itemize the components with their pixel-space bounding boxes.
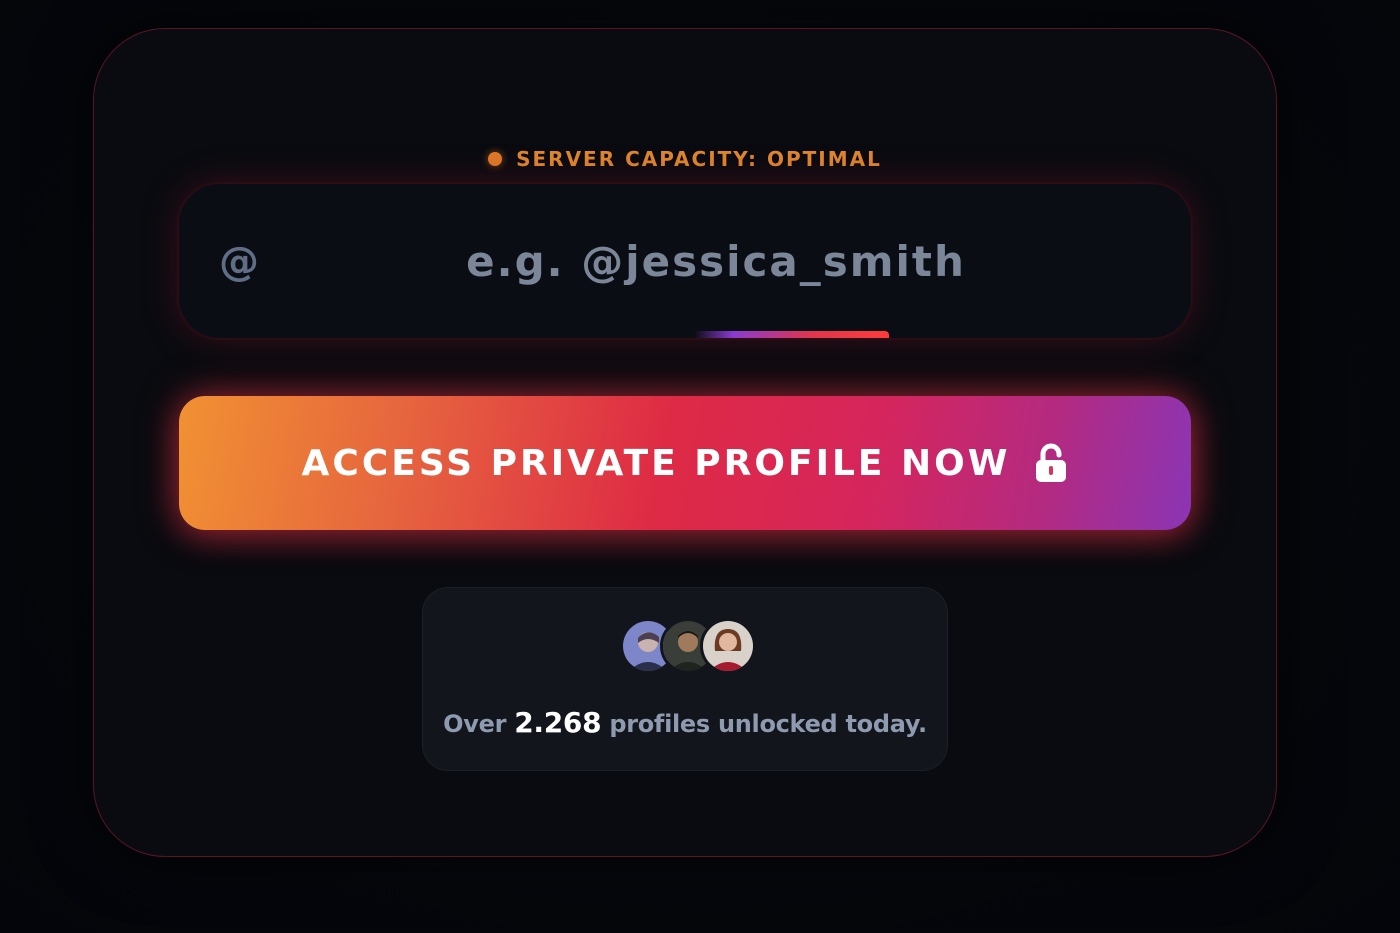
access-profile-button-label: ACCESS PRIVATE PROFILE NOW: [301, 442, 1011, 484]
username-input-container: @: [179, 184, 1191, 338]
server-status-label: SERVER CAPACITY: OPTIMAL: [516, 147, 882, 171]
avatar-stack: [620, 618, 756, 674]
unlock-icon: [1034, 443, 1068, 483]
username-input[interactable]: [289, 224, 1143, 298]
input-focus-underline: [694, 331, 889, 338]
proof-prefix: Over: [443, 710, 507, 738]
at-sign-icon: @: [219, 239, 259, 285]
profiles-unlocked-text: Over 2.268 profiles unlocked today.: [423, 706, 947, 739]
status-dot-icon: [488, 152, 503, 166]
page-background: SERVER CAPACITY: OPTIMAL @ ACCESS PRIVAT…: [0, 0, 1400, 933]
proof-suffix: profiles unlocked today.: [609, 710, 927, 738]
avatar: [700, 618, 756, 674]
social-proof-panel: Over 2.268 profiles unlocked today.: [422, 587, 948, 771]
access-profile-button[interactable]: ACCESS PRIVATE PROFILE NOW: [179, 396, 1191, 530]
profiles-unlocked-count: 2.268: [514, 706, 602, 739]
server-status: SERVER CAPACITY: OPTIMAL: [94, 145, 1276, 173]
